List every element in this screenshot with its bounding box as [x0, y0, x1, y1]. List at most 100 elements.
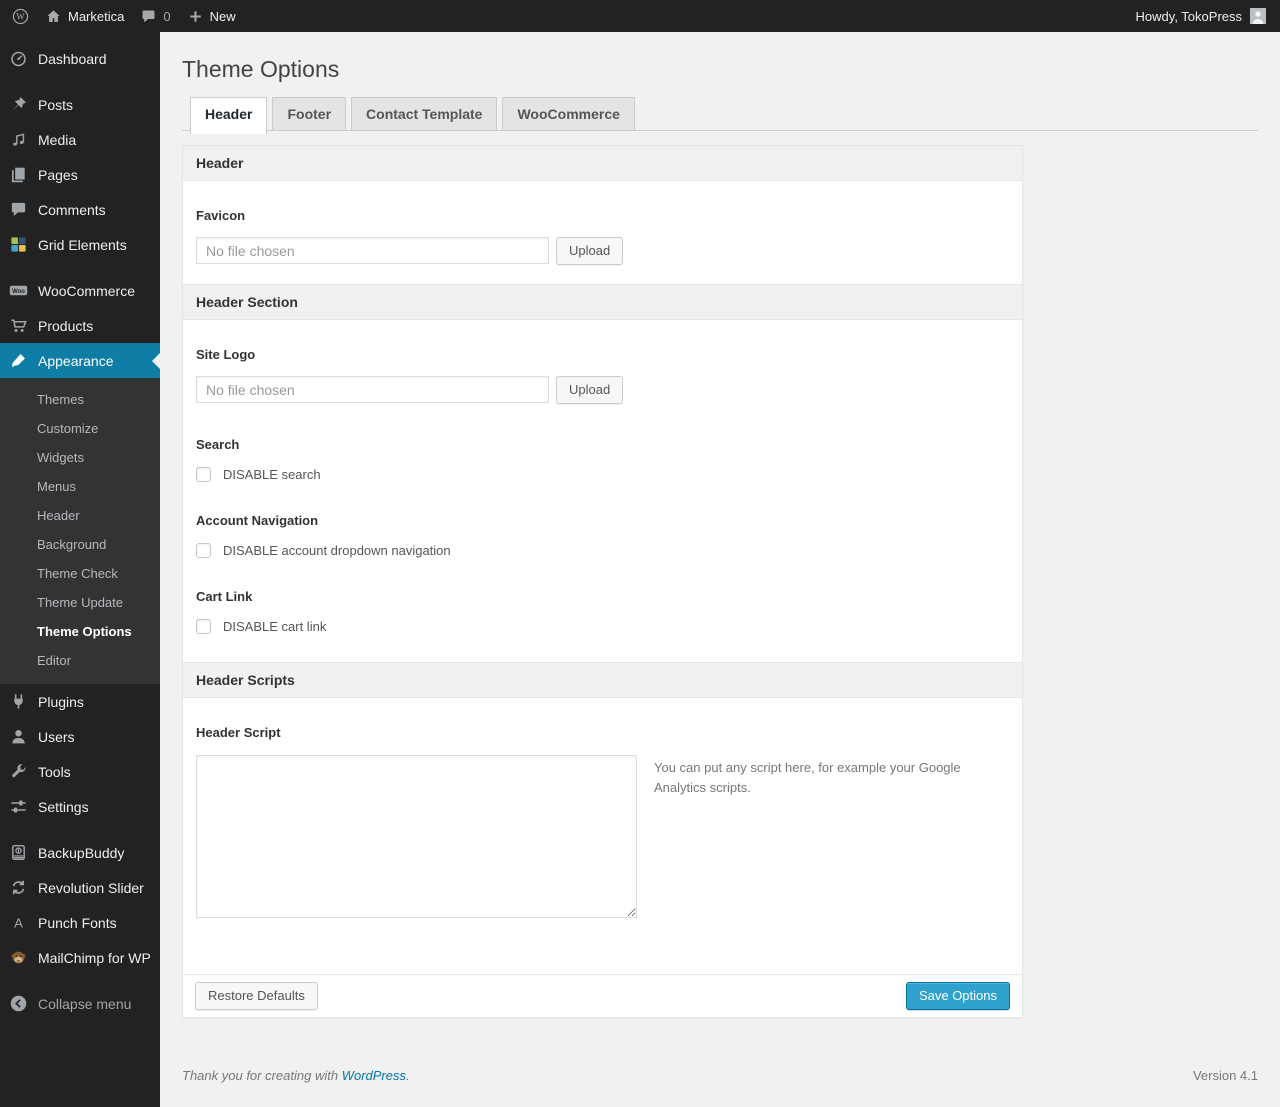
sidebar-item-label: Tools — [38, 763, 71, 780]
submenu-item-widgets[interactable]: Widgets — [0, 443, 160, 472]
sidebar-item-grid-elements[interactable]: Grid Elements — [0, 227, 160, 262]
sidebar-item-punch-fonts[interactable]: A Punch Fonts — [0, 905, 160, 940]
submenu-item-themes[interactable]: Themes — [0, 385, 160, 414]
submenu-item-background[interactable]: Background — [0, 530, 160, 559]
new-label: New — [209, 8, 236, 24]
favicon-file-input[interactable] — [196, 237, 549, 265]
sidebar-item-label: Media — [38, 131, 77, 148]
header-script-label: Header Script — [196, 724, 281, 740]
backup-icon — [8, 843, 29, 862]
section-header: Header — [183, 145, 1022, 181]
footer-version: Version 4.1 — [1192, 1067, 1258, 1083]
appearance-submenu: Themes Customize Widgets Menus Header Backgro… — [0, 378, 160, 684]
sidebar-item-tools[interactable]: Tools — [0, 754, 160, 789]
sidebar-item-label: BackupBuddy — [38, 844, 125, 861]
sidebar-item-label: Posts — [38, 96, 74, 113]
section-body-header-scripts: Header Script You can put any script her… — [183, 725, 1022, 974]
submenu-item-customize[interactable]: Customize — [0, 414, 160, 443]
sidebar-item-comments[interactable]: Comments — [0, 192, 160, 227]
section-header-section: Header Section — [183, 283, 1022, 320]
disable-account-nav-checkbox[interactable] — [196, 542, 211, 558]
sidebar-item-users[interactable]: Users — [0, 719, 160, 754]
submenu-item-theme-check[interactable]: Theme Check — [0, 559, 160, 588]
account-menu[interactable]: Howdy, TokoPress — [1134, 8, 1268, 24]
wordpress-logo-menu[interactable]: W — [4, 0, 37, 32]
favicon-label: Favicon — [196, 207, 246, 223]
svg-text:W: W — [16, 11, 25, 21]
tab-contact-template[interactable]: Contact Template — [351, 96, 498, 130]
comment-bubble-icon — [140, 8, 157, 25]
disable-search-checkbox[interactable] — [196, 466, 211, 482]
sidebar-item-mailchimp-for-wp[interactable]: MailChimp for WP — [0, 940, 160, 975]
sidebar-item-woocommerce[interactable]: Woo WooCommerce — [0, 273, 160, 308]
wrench-icon — [8, 762, 29, 781]
submenu-item-editor[interactable]: Editor — [0, 646, 160, 675]
submenu-item-theme-update[interactable]: Theme Update — [0, 588, 160, 617]
disable-search-label: DISABLE search — [223, 466, 321, 482]
sidebar-item-settings[interactable]: Settings — [0, 789, 160, 824]
sidebar-item-label: Collapse menu — [38, 995, 132, 1012]
new-content-menu[interactable]: New — [179, 0, 244, 32]
sidebar-item-label: Pages — [38, 166, 78, 183]
sidebar-item-revolution-slider[interactable]: Revolution Slider — [0, 870, 160, 905]
woocommerce-icon: Woo — [8, 281, 29, 300]
comment-bubble-icon — [8, 200, 29, 219]
sidebar-item-dashboard[interactable]: Dashboard — [0, 41, 160, 76]
site-logo-file-input[interactable] — [196, 376, 549, 404]
svg-text:Woo: Woo — [12, 289, 25, 295]
sidebar-item-label: Products — [38, 317, 94, 334]
sliders-icon — [8, 797, 29, 816]
sidebar-item-posts[interactable]: Posts — [0, 87, 160, 122]
site-logo-upload-button[interactable]: Upload — [556, 375, 624, 404]
svg-text:A: A — [14, 915, 23, 930]
sidebar-item-media[interactable]: Media — [0, 122, 160, 157]
tab-footer[interactable]: Footer — [272, 96, 347, 130]
wordpress-link[interactable]: WordPress — [342, 1068, 406, 1083]
site-logo-label: Site Logo — [196, 346, 256, 362]
search-label: Search — [196, 436, 240, 452]
disable-cart-link-label: DISABLE cart link — [223, 618, 327, 634]
pushpin-icon — [8, 95, 29, 114]
sidebar-item-label: Dashboard — [38, 50, 107, 67]
tab-woocommerce[interactable]: WooCommerce — [502, 96, 635, 130]
site-name-label: Marketica — [68, 8, 125, 24]
section-body-header-section: Site Logo Upload Search DISABLE search A… — [183, 347, 1022, 662]
sidebar-item-label: Punch Fonts — [38, 914, 117, 931]
plug-icon — [8, 692, 29, 711]
theme-options-panel: Header Favicon Upload Header Section Sit… — [182, 144, 1023, 1018]
dashboard-icon — [8, 49, 29, 68]
account-navigation-label: Account Navigation — [196, 512, 319, 528]
restore-defaults-button[interactable]: Restore Defaults — [195, 981, 318, 1010]
avatar — [1250, 8, 1266, 24]
plus-icon — [187, 8, 204, 25]
sidebar-menu: Dashboard Posts Media Pages Comments Grid Ele… — [0, 41, 160, 1021]
sidebar-item-plugins[interactable]: Plugins — [0, 684, 160, 719]
submenu-item-header[interactable]: Header — [0, 501, 160, 530]
sidebar-item-pages[interactable]: Pages — [0, 157, 160, 192]
cart-link-label: Cart Link — [196, 588, 253, 604]
disable-cart-link-checkbox[interactable] — [196, 618, 211, 634]
submenu-item-theme-options[interactable]: Theme Options — [0, 617, 160, 646]
sidebar-item-products[interactable]: Products — [0, 308, 160, 343]
sidebar-item-label: Appearance — [38, 352, 114, 369]
submenu-item-menus[interactable]: Menus — [0, 472, 160, 501]
comments-menu[interactable]: 0 — [132, 0, 178, 32]
sidebar-item-collapse-menu[interactable]: Collapse menu — [0, 986, 160, 1021]
save-options-button[interactable]: Save Options — [905, 981, 1010, 1010]
header-script-textarea[interactable] — [196, 754, 637, 918]
site-name-menu[interactable]: Marketica — [37, 0, 132, 32]
account-navigation-checkbox-row: DISABLE account dropdown navigation — [196, 542, 1009, 558]
sidebar-item-appearance[interactable]: Appearance — [0, 343, 160, 378]
search-checkbox-row: DISABLE search — [196, 466, 1009, 482]
paintbrush-icon — [8, 351, 29, 370]
howdy-label: Howdy, TokoPress — [1135, 8, 1242, 24]
favicon-upload-button[interactable]: Upload — [556, 236, 624, 265]
sidebar-item-backupbuddy[interactable]: BackupBuddy — [0, 835, 160, 870]
comment-count: 0 — [163, 8, 171, 24]
page-footer: Thank you for creating with WordPress. V… — [182, 1068, 1258, 1107]
grid-elements-icon — [8, 235, 29, 254]
sidebar-item-label: Settings — [38, 798, 89, 815]
letter-a-icon: A — [8, 913, 29, 932]
main-content: Theme Options Header Footer Contact Templa… — [160, 32, 1280, 1107]
tab-header[interactable]: Header — [190, 96, 268, 134]
